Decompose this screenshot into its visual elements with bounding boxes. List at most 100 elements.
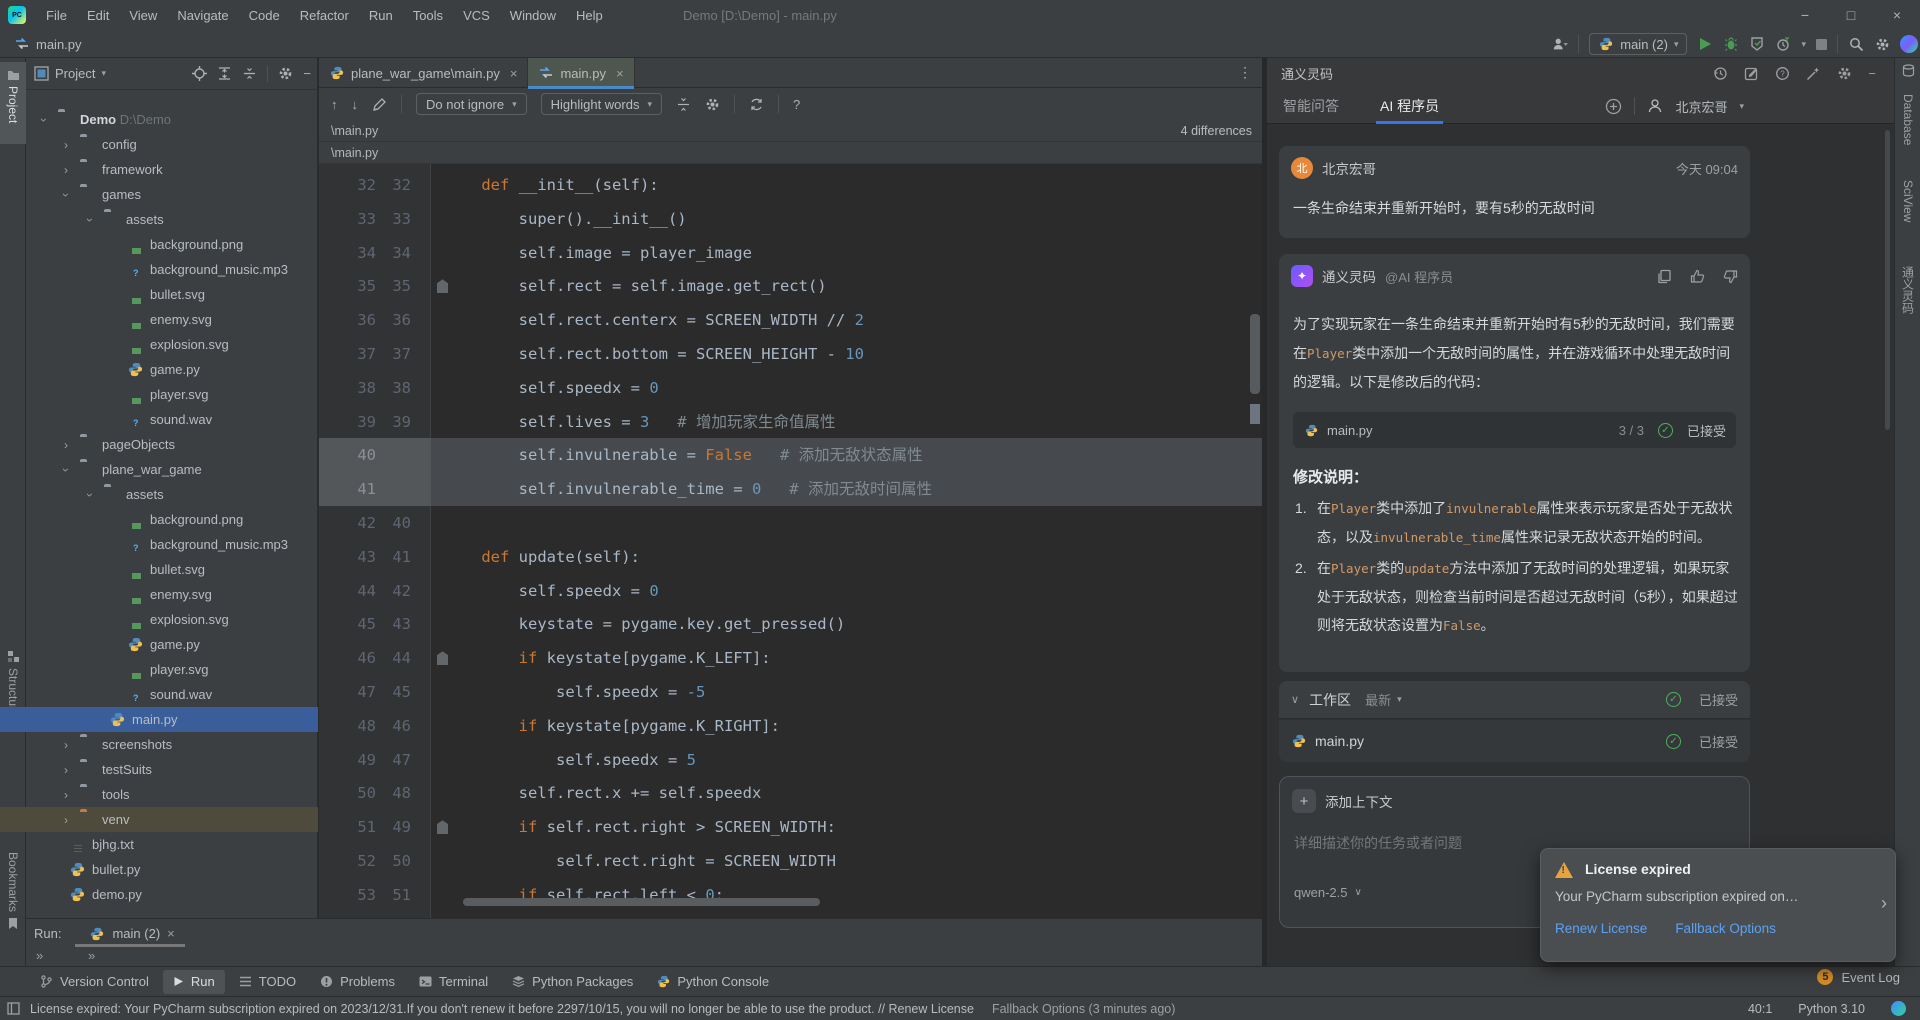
workspace-row[interactable]: ∨ 工作区 最新 ▾ ✓ 已接受 <box>1279 681 1750 719</box>
chevron-collapsed-icon[interactable]: › <box>60 813 72 827</box>
interpreter-label[interactable]: Python 3.10 <box>1798 1002 1865 1016</box>
horizontal-scrollbar[interactable] <box>463 898 820 906</box>
tree-item-background-music-mp3[interactable]: background_music.mp3 <box>0 257 318 282</box>
tree-item-pageObjects[interactable]: ›pageObjects <box>0 432 318 457</box>
tool-window-button-problems[interactable]: Problems <box>310 970 405 994</box>
tree-item-game-py[interactable]: game.py <box>0 632 318 657</box>
collapse-all-icon[interactable] <box>242 66 257 81</box>
modified-file-chip[interactable]: main.py 3 / 3 ✓ 已接受 <box>1293 412 1736 448</box>
editor-tab[interactable]: plane_war_game\main.py × <box>319 58 528 88</box>
run-button[interactable] <box>1697 36 1713 52</box>
swap-sides-icon[interactable] <box>749 97 764 112</box>
chevron-expanded-icon[interactable]: › <box>59 464 73 476</box>
sidebar-tab-database[interactable]: Database <box>1895 94 1920 174</box>
gear-icon[interactable] <box>1837 66 1852 81</box>
menu-navigate[interactable]: Navigate <box>167 0 238 30</box>
tree-item-games[interactable]: ›games <box>0 182 318 207</box>
more-options-icon[interactable]: ⋮ <box>1238 64 1252 81</box>
menu-file[interactable]: File <box>36 0 77 30</box>
chevrons-icon[interactable]: » <box>88 948 95 963</box>
tree-item-main-py[interactable]: main.py <box>0 707 318 732</box>
menu-vcs[interactable]: VCS <box>453 0 500 30</box>
tree-item-Demo[interactable]: ›Demo D:\Demo <box>0 107 318 132</box>
tool-window-button-version-control[interactable]: Version Control <box>30 970 159 994</box>
chevron-collapsed-icon[interactable]: › <box>60 738 72 752</box>
tree-item-background-png[interactable]: background.png <box>0 507 318 532</box>
profiler-chevron-icon[interactable]: ▾ <box>1801 39 1806 50</box>
tree-item-explosion-svg[interactable]: explosion.svg <box>0 607 318 632</box>
coverage-button[interactable] <box>1749 36 1765 52</box>
run-tab[interactable]: main (2) × <box>83 919 180 948</box>
caret-position[interactable]: 40:1 <box>1748 1002 1772 1016</box>
new-chat-icon[interactable] <box>1744 66 1759 81</box>
diff-settings-gear-icon[interactable] <box>705 97 720 112</box>
chevron-expanded-icon[interactable]: › <box>37 114 51 126</box>
expand-chevron-icon[interactable]: › <box>1881 893 1887 914</box>
menu-code[interactable]: Code <box>239 0 290 30</box>
tree-item-config[interactable]: ›config <box>0 132 318 157</box>
event-log-button[interactable]: 5 Event Log <box>1817 969 1900 985</box>
copy-icon[interactable] <box>1657 269 1672 284</box>
model-select[interactable]: qwen-2.5 ∨ <box>1294 885 1362 900</box>
history-icon[interactable] <box>1713 66 1728 81</box>
sidebar-tab-sciview[interactable]: SciView <box>1895 180 1920 250</box>
tool-window-button-python-console[interactable]: Python Console <box>647 970 779 994</box>
tree-item-bullet-svg[interactable]: bullet.svg <box>0 557 318 582</box>
ignore-policy-select[interactable]: Do not ignore ▾ <box>416 93 527 115</box>
notifications-icon[interactable] <box>1895 64 1920 80</box>
plugin-avatar[interactable] <box>1900 35 1918 53</box>
tree-item-game-py[interactable]: game.py <box>0 357 318 382</box>
tree-item-bjhg-txt[interactable]: bjhg.txt <box>0 832 318 857</box>
expand-all-icon[interactable] <box>217 66 232 81</box>
debug-button[interactable] <box>1723 36 1739 52</box>
tool-window-button-python-packages[interactable]: Python Packages <box>502 970 643 994</box>
prev-difference-button[interactable]: ↑ <box>331 97 338 112</box>
menu-window[interactable]: Window <box>500 0 566 30</box>
collapse-unchanged-icon[interactable] <box>676 97 691 112</box>
maximize-button[interactable]: □ <box>1828 0 1874 30</box>
chevron-expanded-icon[interactable]: › <box>83 489 97 501</box>
tool-window-button-todo[interactable]: TODO <box>229 970 306 994</box>
tree-item-sound-wav[interactable]: sound.wav <box>0 682 318 707</box>
project-view-select[interactable]: Project ▾ <box>34 66 106 81</box>
menu-tools[interactable]: Tools <box>403 0 453 30</box>
chevron-collapsed-icon[interactable]: › <box>60 138 72 152</box>
menu-edit[interactable]: Edit <box>77 0 119 30</box>
code-area[interactable]: 3232 def __init__(self):3333 super().__i… <box>319 164 1262 918</box>
close-icon[interactable]: × <box>167 926 175 941</box>
tree-item-assets[interactable]: ›assets <box>0 207 318 232</box>
chevron-expanded-icon[interactable]: › <box>83 214 97 226</box>
status-message[interactable]: License expired: Your PyCharm subscripti… <box>30 1002 974 1016</box>
sidebar-tab-tongyi[interactable]: 通义灵码 <box>1895 266 1920 356</box>
add-context-button[interactable]: + 添加上下文 <box>1292 789 1393 813</box>
tree-item-testSuits[interactable]: ›testSuits <box>0 757 318 782</box>
thumbs-up-icon[interactable] <box>1690 269 1705 284</box>
tree-item-framework[interactable]: ›framework <box>0 157 318 182</box>
gear-icon[interactable] <box>278 66 293 81</box>
editor-tab-active[interactable]: main.py × <box>528 58 634 88</box>
tree-item-explosion-svg[interactable]: explosion.svg <box>0 332 318 357</box>
tree-item-background-png[interactable]: background.png <box>0 232 318 257</box>
magic-wand-icon[interactable] <box>1806 66 1821 81</box>
account-name[interactable]: 北京宏哥 <box>1675 97 1727 116</box>
renew-license-link[interactable]: Renew License <box>1555 921 1647 936</box>
tongyi-status-icon[interactable] <box>1891 1001 1906 1016</box>
profiler-button[interactable] <box>1775 36 1791 52</box>
tree-item-venv[interactable]: ›venv <box>0 807 318 832</box>
help-circle-icon[interactable]: ? <box>1775 66 1790 81</box>
tree-item-background-music-mp3[interactable]: background_music.mp3 <box>0 532 318 557</box>
chevron-expanded-icon[interactable]: › <box>59 189 73 201</box>
tree-item-sound-wav[interactable]: sound.wav <box>0 407 318 432</box>
menu-view[interactable]: View <box>119 0 167 30</box>
tree-item-player-svg[interactable]: player.svg <box>0 382 318 407</box>
next-difference-button[interactable]: ↓ <box>352 97 359 112</box>
tab-smart-qa[interactable]: 智能问答 <box>1283 88 1339 124</box>
tree-item-tools[interactable]: ›tools <box>0 782 318 807</box>
tree-item-bullet-svg[interactable]: bullet.svg <box>0 282 318 307</box>
hide-panel-button[interactable]: − <box>1868 66 1876 81</box>
tree-item-screenshots[interactable]: ›screenshots <box>0 732 318 757</box>
tree-item-assets[interactable]: ›assets <box>0 482 318 507</box>
tool-window-button-terminal[interactable]: Terminal <box>409 970 498 994</box>
license-expired-popup[interactable]: License expired Your PyCharm subscriptio… <box>1540 848 1896 962</box>
chevron-collapsed-icon[interactable]: › <box>60 788 72 802</box>
